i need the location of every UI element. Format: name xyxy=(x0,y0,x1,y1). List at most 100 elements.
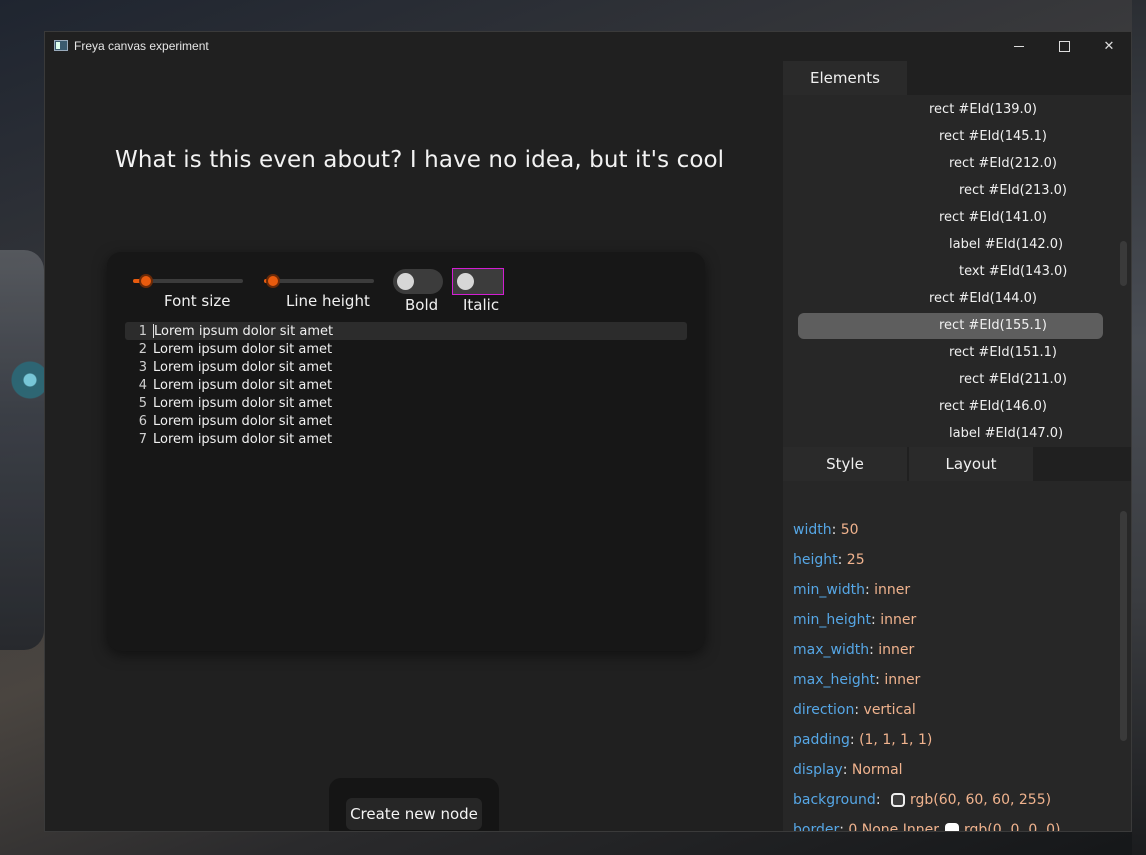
prop-key: min_width xyxy=(793,582,865,598)
line-text: Lorem ipsum dolor sit amet xyxy=(154,323,334,339)
tree-item[interactable]: rect #EId(211.0) xyxy=(959,367,1067,392)
prop-key: padding xyxy=(793,732,850,748)
tree-item[interactable]: rect #EId(155.1) xyxy=(939,313,1047,338)
line-height-label: Line height xyxy=(286,292,370,310)
prop-colon: : xyxy=(869,642,879,658)
tree-item[interactable]: label #EId(147.0) xyxy=(949,421,1063,446)
tab-layout[interactable]: Layout xyxy=(909,447,1033,481)
tree-item[interactable]: rect #EId(144.0) xyxy=(929,286,1037,311)
style-prop-height: height: 25 xyxy=(793,549,865,571)
minimize-icon xyxy=(1014,46,1024,47)
tree-scrollbar[interactable] xyxy=(1120,241,1127,286)
editor-card: Font size Line height Bold Italic 1 Lorem… xyxy=(107,252,705,651)
prop-value: (1, 1, 1, 1) xyxy=(859,732,933,748)
close-button[interactable]: ✕ xyxy=(1086,32,1131,61)
line-text: Lorem ipsum dolor sit amet xyxy=(153,413,333,429)
style-prop-direction: direction: vertical xyxy=(793,699,916,721)
line-text: Lorem ipsum dolor sit amet xyxy=(153,431,333,447)
prop-colon: : xyxy=(875,792,885,808)
prop-key: direction xyxy=(793,702,855,718)
prop-colon: : xyxy=(842,762,852,778)
editor-line[interactable]: 1 Lorem ipsum dolor sit amet xyxy=(125,322,687,340)
prop-colon: : xyxy=(839,822,849,831)
editor-line[interactable]: 3 Lorem ipsum dolor sit amet xyxy=(125,358,687,376)
editor-line[interactable]: 4 Lorem ipsum dolor sit amet xyxy=(125,376,687,394)
prop-colon: : xyxy=(875,672,885,688)
bold-label: Bold xyxy=(405,296,439,314)
prop-key: min_height xyxy=(793,612,872,628)
prop-colon: : xyxy=(831,522,841,538)
line-text: Lorem ipsum dolor sit amet xyxy=(153,395,333,411)
headline: What is this even about? I have no idea,… xyxy=(115,147,725,173)
line-number: 4 xyxy=(138,377,147,393)
create-node-container: Create new node xyxy=(329,778,499,831)
editor-line[interactable]: 7 Lorem ipsum dolor sit amet xyxy=(125,430,687,448)
canvas-area: What is this even about? I have no idea,… xyxy=(45,61,783,831)
style-prop-display: display: Normal xyxy=(793,759,903,781)
elements-tabbar: Elements xyxy=(783,61,1131,95)
style-prop-width: width: 50 xyxy=(793,519,859,541)
tree-item[interactable]: rect #EId(145.1) xyxy=(939,124,1047,149)
italic-toggle-knob xyxy=(457,273,474,290)
prop-value: inner xyxy=(884,672,921,688)
prop-key: max_width xyxy=(793,642,870,658)
style-properties: width: 50 height: 25 min_width: inner min_h… xyxy=(783,515,1131,831)
color-swatch xyxy=(944,823,959,831)
style-prop-min-width: min_width: inner xyxy=(793,579,910,601)
font-size-slider-thumb[interactable] xyxy=(139,274,154,288)
minimize-button[interactable] xyxy=(996,32,1042,61)
line-height-slider-thumb[interactable] xyxy=(265,274,280,288)
prop-value: vertical xyxy=(863,702,916,718)
line-height-slider[interactable] xyxy=(264,274,374,288)
line-number: 7 xyxy=(138,431,147,447)
text-editor[interactable]: 1 Lorem ipsum dolor sit amet 2 Lorem ipsum … xyxy=(125,322,687,448)
line-number: 1 xyxy=(138,323,147,339)
tab-style[interactable]: Style xyxy=(783,447,907,481)
prop-key: display xyxy=(793,762,843,778)
prop-value: rgb(60, 60, 60, 255) xyxy=(909,792,1052,808)
tree-item[interactable]: rect #EId(213.0) xyxy=(959,178,1067,203)
tree-item[interactable]: rect #EId(151.1) xyxy=(949,340,1057,365)
tree-item[interactable]: rect #EId(139.0) xyxy=(929,97,1037,122)
style-prop-padding: padding: (1, 1, 1, 1) xyxy=(793,729,932,751)
wallpaper-right xyxy=(1132,0,1146,855)
editor-line[interactable]: 2 Lorem ipsum dolor sit amet xyxy=(125,340,687,358)
tree-item[interactable]: rect #EId(212.0) xyxy=(949,151,1057,176)
style-prop-max-width: max_width: inner xyxy=(793,639,914,661)
editor-line[interactable]: 5 Lorem ipsum dolor sit amet xyxy=(125,394,687,412)
font-size-slider[interactable] xyxy=(133,274,243,288)
prop-key: max_height xyxy=(793,672,876,688)
line-text: Lorem ipsum dolor sit amet xyxy=(153,341,333,357)
maximize-button[interactable] xyxy=(1041,32,1087,61)
prop-key: width xyxy=(793,522,832,538)
style-prop-background: background: rgb(60, 60, 60, 255) xyxy=(793,789,1051,811)
bold-toggle-knob xyxy=(397,273,414,290)
prop-value: rgb(0, 0, 0, 0) xyxy=(963,822,1061,831)
tree-item[interactable]: label #EId(142.0) xyxy=(949,232,1063,257)
prop-colon: : xyxy=(865,582,875,598)
style-prop-min-height: min_height: inner xyxy=(793,609,916,631)
tab-elements[interactable]: Elements xyxy=(783,61,907,95)
tree-item[interactable]: text #EId(143.0) xyxy=(959,259,1067,284)
element-tree[interactable]: rect #EId(139.0) rect #EId(145.1) rect #EI… xyxy=(783,96,1131,446)
line-text: Lorem ipsum dolor sit amet xyxy=(153,377,333,393)
tree-item[interactable]: rect #EId(141.0) xyxy=(939,205,1047,230)
create-node-button[interactable]: Create new node xyxy=(346,798,482,830)
title-bar[interactable]: Freya canvas experiment ✕ xyxy=(45,32,1131,61)
bold-toggle[interactable] xyxy=(393,269,443,294)
props-scrollbar[interactable] xyxy=(1120,511,1127,741)
line-number: 2 xyxy=(138,341,147,357)
tree-item[interactable]: rect #EId(146.0) xyxy=(939,394,1047,419)
maximize-icon xyxy=(1058,41,1070,52)
prop-colon: : xyxy=(849,732,860,748)
editor-line[interactable]: 6 Lorem ipsum dolor sit amet xyxy=(125,412,687,430)
prop-value: inner xyxy=(874,582,911,598)
prop-value: inner xyxy=(878,642,915,658)
close-icon: ✕ xyxy=(1103,39,1115,54)
line-number: 5 xyxy=(138,395,147,411)
prop-prefix: 0 None Inner xyxy=(848,822,939,831)
window-title: Freya canvas experiment xyxy=(74,39,209,53)
prop-key: height xyxy=(793,552,838,568)
prop-value: 25 xyxy=(846,552,865,568)
italic-toggle[interactable] xyxy=(452,268,504,295)
